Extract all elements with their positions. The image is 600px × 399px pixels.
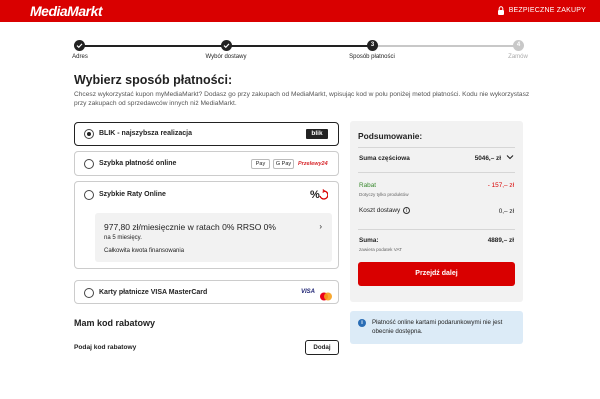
lock-icon <box>497 6 505 15</box>
order-summary: Podsumowanie: Suma częściowa 5046,– zł R… <box>350 121 523 302</box>
mediamarkt-logo[interactable]: MediaMarkt <box>30 3 103 19</box>
page-title: Wybierz sposób płatności: <box>74 73 233 87</box>
installment-offer[interactable]: 977,80 zł/miesięcznie w ratach 0% RRSO 0… <box>95 213 332 262</box>
payment-label-raty: Szybkie Raty Online <box>99 191 166 198</box>
installment-financing: Całkowita kwota finansowania <box>104 248 185 254</box>
google-pay-icon: G Pay <box>273 159 294 169</box>
info-icon[interactable]: i <box>403 207 411 214</box>
visa-icon: VISA <box>301 289 316 295</box>
coupon-title: Mam kod rabatowy <box>74 318 156 328</box>
mastercard-icon <box>319 288 333 301</box>
shipping-row: Koszt dostawy i <box>359 207 411 215</box>
radio-online[interactable] <box>84 159 94 169</box>
radio-blik[interactable] <box>84 129 94 139</box>
gift-card-info-box: i Płatność online kartami podarunkowymi … <box>350 311 523 344</box>
step-connector <box>372 45 518 47</box>
svg-text:%: % <box>310 189 320 201</box>
divider <box>358 229 515 230</box>
payment-label-blik: BLIK - najszybsza realizacja <box>99 130 192 137</box>
przelewy24-icon: Przelewy24 <box>298 161 328 167</box>
radio-raty[interactable] <box>84 190 94 200</box>
shipping-value: 0,– zł <box>498 208 514 215</box>
top-bar: MediaMarkt BEZPIECZNE ZAKUPY <box>0 0 600 22</box>
payment-option-online[interactable]: Szybka płatność online Pay G Pay Przelew… <box>74 151 339 176</box>
total-value: 4889,– zł <box>487 237 514 244</box>
shipping-label: Koszt dostawy <box>359 207 401 215</box>
coupon-label: Podaj kod rabatowy <box>74 344 137 351</box>
step-label-order: Zamów <box>508 54 528 60</box>
total-label: Suma: <box>359 237 379 244</box>
payment-option-cards[interactable]: Karty płatnicze VISA MasterCard VISA <box>74 280 339 304</box>
step-label-delivery[interactable]: Wybór dostawy <box>206 54 247 60</box>
summary-title: Podsumowanie: <box>358 131 423 141</box>
step-label-payment: Sposób płatności <box>349 54 395 60</box>
payment-option-blik[interactable]: BLIK - najszybsza realizacja blik <box>74 122 339 146</box>
payment-label-online: Szybka płatność online <box>99 160 177 167</box>
chevron-down-icon[interactable] <box>506 154 514 162</box>
step-1-check-icon[interactable] <box>74 40 85 51</box>
subtotal-value: 5046,– zł <box>474 155 501 162</box>
discount-value: - 157,– zł <box>487 182 514 189</box>
apple-pay-icon: Pay <box>251 159 270 169</box>
checkout-stepper: 3 4 Adres Wybór dostawy Sposób płatności… <box>0 36 600 66</box>
continue-button[interactable]: Przejdź dalej <box>358 262 515 286</box>
gift-card-info-text: Płatność online kartami podarunkowymi ni… <box>372 319 503 335</box>
installment-amount: 977,80 zł/miesięcznie w ratach 0% RRSO 0… <box>104 222 276 232</box>
add-coupon-button[interactable]: Dodaj <box>305 340 339 355</box>
step-connector <box>226 45 372 47</box>
secure-shopping: BEZPIECZNE ZAKUPY <box>497 6 586 15</box>
coupon-intro-text: Chcesz wykorzystać kupon myMediaMarkt? D… <box>74 91 530 107</box>
discount-note: Dotyczy tylko produktów <box>359 192 409 197</box>
percent-arrow-icon: % <box>310 187 329 206</box>
payment-label-cards: Karty płatnicze VISA MasterCard <box>99 289 208 296</box>
info-icon: i <box>358 319 366 327</box>
step-2-check-icon[interactable] <box>221 40 232 51</box>
discount-label: Rabat <box>359 182 377 189</box>
subtotal-label: Suma częściowa <box>359 155 410 162</box>
radio-cards[interactable] <box>84 288 94 298</box>
step-3-number: 3 <box>367 40 378 51</box>
secure-label: BEZPIECZNE ZAKUPY <box>508 7 586 14</box>
step-connector <box>79 45 226 47</box>
step-label-address[interactable]: Adres <box>72 54 88 60</box>
installment-period: na 5 miesięcy. <box>104 235 142 241</box>
step-4-number: 4 <box>513 40 524 51</box>
total-note: zawiera podatek VAT <box>359 247 402 252</box>
divider <box>358 147 515 148</box>
chevron-right-icon[interactable]: › <box>319 222 322 231</box>
blik-logo: blik <box>306 129 328 139</box>
divider <box>358 172 515 173</box>
